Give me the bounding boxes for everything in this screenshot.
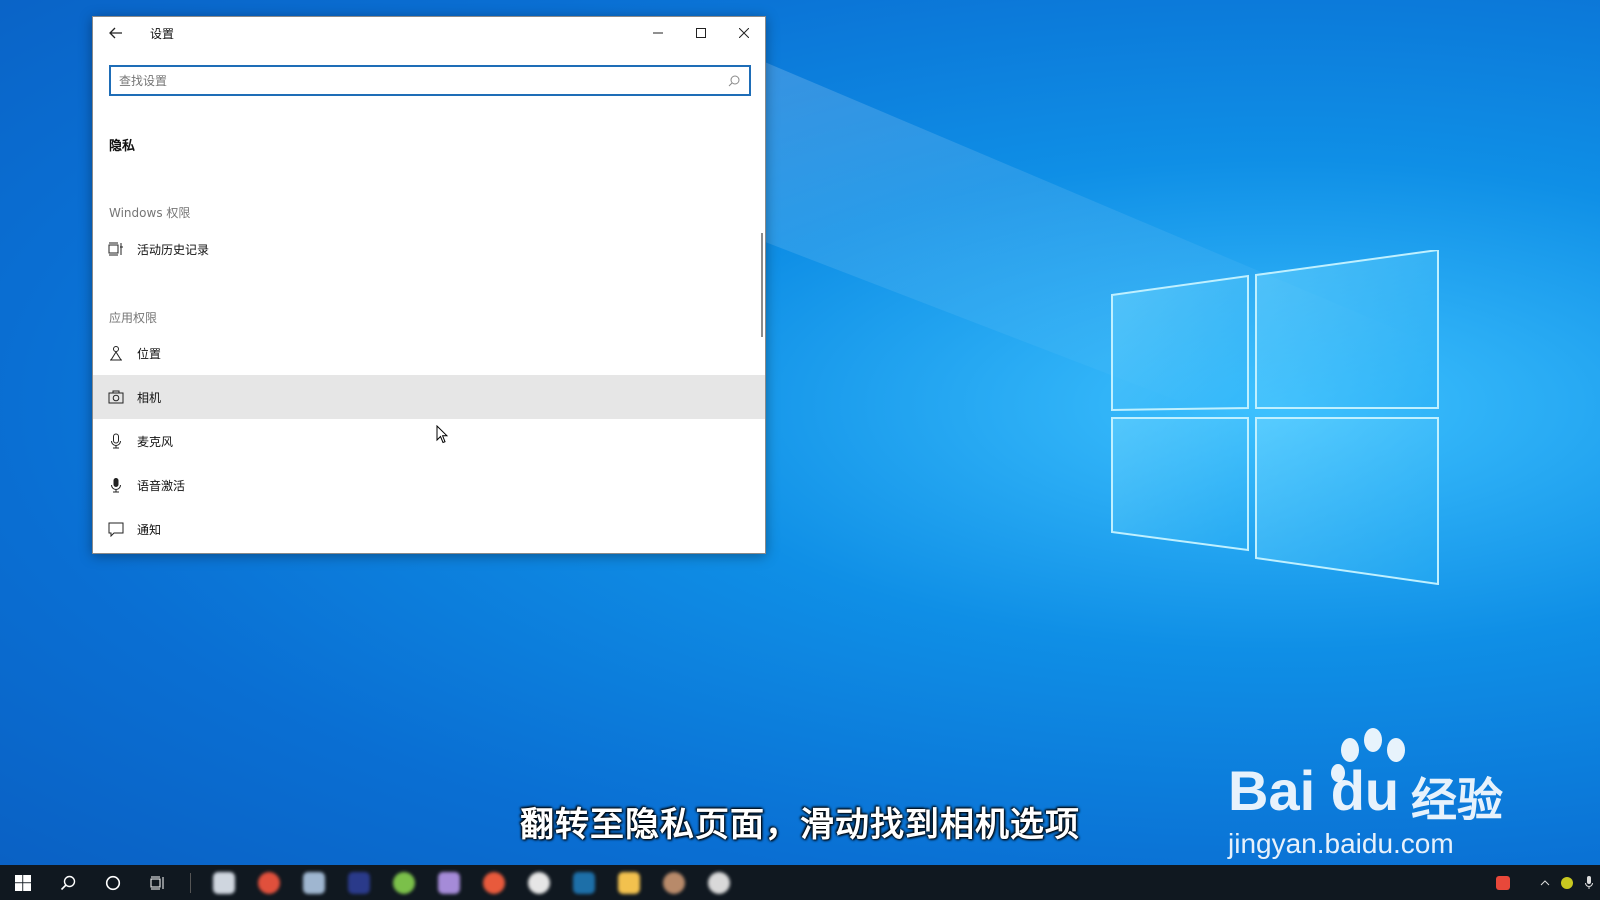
taskbar-app[interactable] — [651, 865, 696, 900]
window-controls — [636, 17, 765, 49]
nav-label: 通知 — [137, 522, 162, 537]
microphone-icon — [108, 433, 124, 449]
nav-label: 相机 — [137, 390, 162, 405]
search-input[interactable] — [119, 73, 727, 88]
taskbar-search-icon — [60, 875, 75, 890]
titlebar: 设置 — [93, 17, 765, 49]
windows-logo-wallpaper — [1111, 250, 1439, 585]
section-header-app-permissions: 应用权限 — [109, 311, 158, 325]
system-tray — [1492, 865, 1600, 900]
cortana-icon — [105, 875, 120, 890]
settings-window: 设置 隐私 Windows 权限 活动历史记录 应用权限 — [92, 16, 766, 554]
nav-item-activity-history[interactable]: 活动历史记录 — [93, 227, 765, 271]
page-title: 隐私 — [109, 139, 136, 154]
task-view-button[interactable] — [135, 865, 180, 900]
nav-label: 活动历史记录 — [137, 242, 210, 257]
minimize-button[interactable] — [636, 17, 679, 49]
nav-item-location[interactable]: 位置 — [93, 331, 765, 375]
scrollbar[interactable] — [761, 233, 763, 337]
nav-item-microphone[interactable]: 麦克风 — [93, 419, 765, 463]
activity-history-icon — [108, 241, 124, 257]
section-header-windows-permissions: Windows 权限 — [109, 206, 191, 220]
chevron-up-icon[interactable] — [1534, 865, 1556, 900]
close-icon — [738, 28, 749, 38]
cortana-button[interactable] — [90, 865, 135, 900]
nav-label: 麦克风 — [137, 434, 174, 449]
taskbar-app[interactable] — [471, 865, 516, 900]
nav-item-notification[interactable]: 通知 — [93, 507, 765, 551]
maximize-icon — [695, 28, 706, 38]
taskbar-app[interactable] — [426, 865, 471, 900]
nav-label: 位置 — [137, 346, 162, 361]
nav-label: 语音激活 — [137, 478, 186, 493]
taskbar-app[interactable] — [291, 865, 336, 900]
location-icon — [108, 345, 124, 361]
search-button[interactable] — [45, 865, 90, 900]
task-view-icon — [150, 876, 163, 889]
watermark-brand: Bai du — [1228, 759, 1400, 822]
nav-item-voice-activation[interactable]: 语音激活 — [93, 463, 765, 507]
taskbar-app[interactable] — [246, 865, 291, 900]
taskbar-app[interactable] — [516, 865, 561, 900]
camera-icon — [108, 389, 124, 405]
maximize-button[interactable] — [679, 17, 722, 49]
minimize-icon — [652, 32, 663, 34]
voice-activation-icon — [108, 477, 124, 493]
taskbar-separator — [190, 872, 191, 893]
taskbar-app[interactable] — [201, 865, 246, 900]
taskbar-app[interactable] — [381, 865, 426, 900]
tray-microphone-icon[interactable] — [1578, 865, 1600, 900]
taskbar-app-settings[interactable] — [696, 865, 741, 900]
sogou-ime-icon[interactable] — [1492, 865, 1514, 900]
search-icon[interactable] — [727, 74, 741, 88]
tray-status-icon[interactable] — [1556, 865, 1578, 900]
nav-item-camera[interactable]: 相机 — [93, 375, 765, 419]
search-box[interactable] — [109, 65, 751, 96]
watermark-brand-cn: 经验 — [1411, 773, 1503, 827]
mouse-cursor-icon — [436, 425, 448, 444]
taskbar — [0, 865, 1600, 900]
notification-icon — [108, 521, 124, 537]
close-button[interactable] — [722, 17, 765, 49]
baidu-jingyan-watermark: Bai du 经验 jingyan.baidu.com — [1228, 728, 1518, 863]
windows-start-icon — [14, 874, 31, 891]
arrow-left-icon — [109, 27, 122, 39]
taskbar-app[interactable] — [336, 865, 381, 900]
taskbar-app[interactable] — [606, 865, 651, 900]
taskbar-app[interactable] — [561, 865, 606, 900]
back-button[interactable] — [105, 23, 127, 43]
window-title: 设置 — [150, 27, 175, 41]
start-button[interactable] — [0, 865, 45, 900]
watermark-url: jingyan.baidu.com — [1228, 828, 1454, 859]
